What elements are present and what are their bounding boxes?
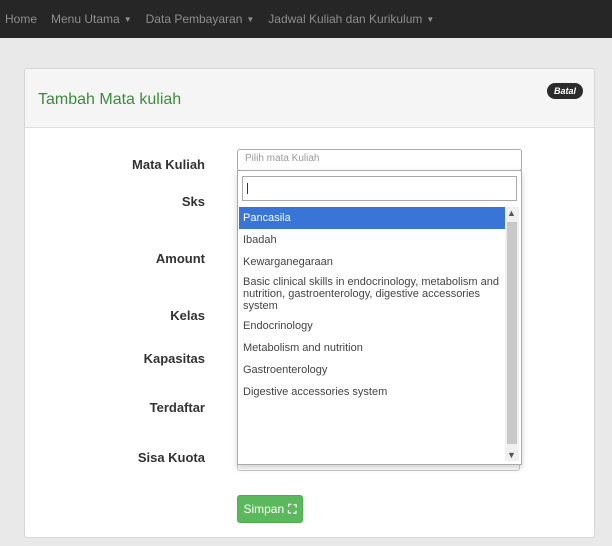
option-metabolism-nutrition[interactable]: Metabolism and nutrition <box>239 337 505 359</box>
nav-home[interactable]: Home <box>5 12 37 26</box>
option-ibadah[interactable]: Ibadah <box>239 229 505 251</box>
top-navbar: Home Menu Utama ▼ Data Pembayaran ▼ Jadwal… <box>0 0 612 38</box>
save-button-label: Simpan <box>243 502 285 516</box>
label-kelas: Kelas <box>170 308 205 323</box>
option-digestive-accessories[interactable]: Digestive accessories system <box>239 381 505 403</box>
course-option-list: Pancasila Ibadah Kewarganegaraan Basic c… <box>239 207 505 403</box>
nav-data-pembayaran-label: Data Pembayaran <box>145 12 243 26</box>
nav-menu-utama-label: Menu Utama <box>51 12 120 26</box>
nav-jadwal-kuliah[interactable]: Jadwal Kuliah dan Kurikulum ▼ <box>268 12 434 26</box>
scrollbar-thumb[interactable] <box>507 222 517 444</box>
label-amount: Amount <box>155 251 205 266</box>
save-button[interactable]: Simpan ⛶ <box>237 495 303 523</box>
label-sks: Sks <box>181 194 205 209</box>
scroll-down-icon[interactable]: ▼ <box>507 450 516 460</box>
panel-header: Tambah Mata kuliah Batal <box>25 69 594 128</box>
label-mata-kuliah: Mata Kuliah <box>132 157 205 172</box>
nav-jadwal-kuliah-label: Jadwal Kuliah dan Kurikulum <box>268 12 423 26</box>
label-terdaftar: Terdaftar <box>149 400 205 415</box>
option-kewarganegaraan[interactable]: Kewarganegaraan <box>239 251 505 273</box>
nav-home-label: Home <box>5 12 38 26</box>
course-select[interactable]: Pilih mata Kuliah <box>237 149 522 171</box>
label-sisa-kuota: Sisa Kuota <box>137 450 205 465</box>
nav-data-pembayaran[interactable]: Data Pembayaran ▼ <box>146 12 255 26</box>
caret-down-icon: ▼ <box>426 15 435 25</box>
caret-down-icon: ▼ <box>246 15 255 25</box>
scroll-up-icon[interactable]: ▲ <box>507 208 516 218</box>
panel-title: Tambah Mata kuliah <box>38 91 182 108</box>
caret-down-icon: ▼ <box>123 15 132 25</box>
option-gastroenterology[interactable]: Gastroenterology <box>239 359 505 381</box>
text-cursor <box>247 183 248 194</box>
label-kapasitas: Kapasitas <box>143 351 205 366</box>
course-search-input[interactable] <box>242 176 517 201</box>
save-icon: ⛶ <box>288 501 297 516</box>
nav-menu-utama[interactable]: Menu Utama ▼ <box>51 12 132 26</box>
course-dropdown: Pancasila Ibadah Kewarganegaraan Basic c… <box>237 170 522 465</box>
dropdown-scrollbar[interactable]: ▲ ▼ <box>505 207 519 461</box>
cancel-button[interactable]: Batal <box>546 83 583 99</box>
option-endocrinology[interactable]: Endocrinology <box>239 315 505 337</box>
option-basic-clinical-skills[interactable]: Basic clinical skills in endocrinology, … <box>239 273 505 315</box>
option-pancasila[interactable]: Pancasila <box>239 207 505 229</box>
add-course-panel: Tambah Mata kuliah Batal Mata Kuliah Sks… <box>24 68 595 538</box>
